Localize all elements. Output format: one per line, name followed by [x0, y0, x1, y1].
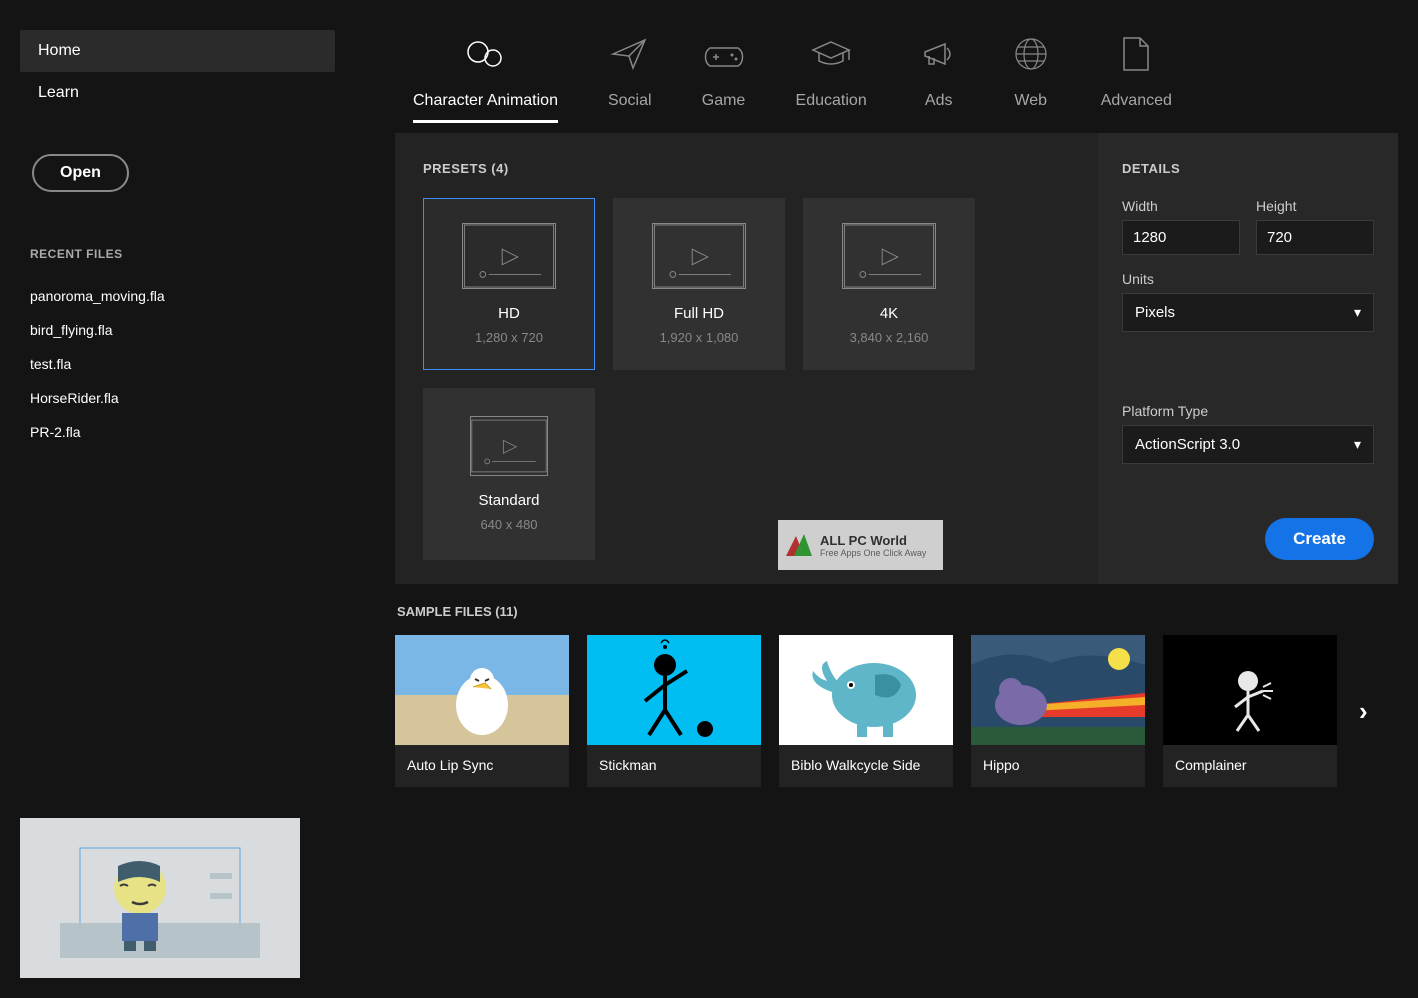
recent-files-label: RECENT FILES [30, 247, 335, 261]
preset-fullhd[interactable]: Full HD 1,920 x 1,080 [613, 198, 785, 370]
sample-files-row: Auto Lip Sync Stickman [395, 635, 1398, 787]
character-icon [463, 30, 507, 78]
units-label: Units [1122, 271, 1374, 287]
tab-education[interactable]: Education [796, 30, 867, 123]
watermark-title: ALL PC World [820, 533, 926, 548]
paper-plane-icon [609, 30, 651, 78]
tab-game[interactable]: Game [702, 30, 746, 123]
details-panel: DETAILS Width Height Units Pixels [1098, 133, 1398, 584]
graduation-cap-icon [809, 30, 853, 78]
preset-dimensions: 640 x 480 [480, 517, 537, 532]
nav-learn[interactable]: Learn [20, 72, 335, 114]
recent-preview-thumbnail[interactable] [20, 818, 300, 978]
tab-label: Ads [925, 92, 953, 110]
tab-social[interactable]: Social [608, 30, 652, 123]
document-icon [1118, 30, 1154, 78]
sample-name: Biblo Walkcycle Side [779, 745, 953, 787]
tab-label: Education [796, 92, 867, 110]
height-label: Height [1256, 198, 1374, 214]
preset-dimensions: 3,840 x 2,160 [850, 330, 929, 345]
units-select[interactable]: Pixels ▾ [1122, 293, 1374, 332]
tab-label: Web [1014, 92, 1047, 110]
chevron-down-icon: ▾ [1354, 304, 1361, 321]
app-root: Home Learn Open RECENT FILES panoroma_mo… [0, 0, 1418, 998]
sample-name: Stickman [587, 745, 761, 787]
megaphone-icon [917, 30, 961, 78]
sample-thumb [971, 635, 1145, 745]
sample-auto-lip-sync[interactable]: Auto Lip Sync [395, 635, 569, 787]
platform-select[interactable]: ActionScript 3.0 ▾ [1122, 425, 1374, 464]
preset-name: Full HD [674, 305, 724, 322]
chevron-down-icon: ▾ [1354, 436, 1361, 453]
watermark-logo-icon [784, 530, 814, 560]
sample-complainer[interactable]: Complainer [1163, 635, 1337, 787]
preset-4k[interactable]: 4K 3,840 x 2,160 [803, 198, 975, 370]
video-thumb-icon [652, 223, 746, 289]
content-row: PRESETS (4) HD 1,280 x 720 Full HD 1,920… [395, 133, 1398, 584]
sample-thumb [395, 635, 569, 745]
tab-ads[interactable]: Ads [917, 30, 961, 123]
sample-thumb [1163, 635, 1337, 745]
tab-label: Advanced [1101, 92, 1172, 110]
sample-files-title: SAMPLE FILES (11) [397, 604, 1398, 619]
recent-file[interactable]: bird_flying.fla [20, 313, 335, 347]
sample-thumb [587, 635, 761, 745]
sample-stickman[interactable]: Stickman [587, 635, 761, 787]
category-tabs: Character Animation Social Game Educatio… [395, 30, 1398, 123]
watermark-subtitle: Free Apps One Click Away [820, 548, 926, 558]
units-value: Pixels [1135, 304, 1175, 321]
tab-label: Game [702, 92, 746, 110]
tab-character-animation[interactable]: Character Animation [413, 30, 558, 123]
preset-grid: HD 1,280 x 720 Full HD 1,920 x 1,080 4K … [423, 198, 1070, 560]
preset-hd[interactable]: HD 1,280 x 720 [423, 198, 595, 370]
details-title: DETAILS [1122, 161, 1374, 176]
samples-next-button[interactable]: › [1355, 696, 1372, 727]
platform-value: ActionScript 3.0 [1135, 436, 1240, 453]
create-button[interactable]: Create [1265, 518, 1374, 560]
main-area: Character Animation Social Game Educatio… [355, 0, 1418, 998]
globe-icon [1011, 30, 1051, 78]
sample-thumb [779, 635, 953, 745]
preset-dimensions: 1,920 x 1,080 [660, 330, 739, 345]
tab-advanced[interactable]: Advanced [1101, 30, 1172, 123]
recent-files-list: panoroma_moving.fla bird_flying.fla test… [20, 279, 335, 449]
nav-home[interactable]: Home [20, 30, 335, 72]
watermark-badge: ALL PC World Free Apps One Click Away [778, 520, 943, 570]
sample-files-section: SAMPLE FILES (11) Auto Lip Sync [395, 604, 1398, 787]
recent-file[interactable]: test.fla [20, 347, 335, 381]
video-thumb-icon [842, 223, 936, 289]
sample-hippo[interactable]: Hippo [971, 635, 1145, 787]
video-thumb-icon [470, 416, 548, 476]
sidebar: Home Learn Open RECENT FILES panoroma_mo… [0, 0, 355, 998]
preset-name: HD [498, 305, 520, 322]
sample-name: Hippo [971, 745, 1145, 787]
tab-label: Social [608, 92, 652, 110]
height-input[interactable] [1256, 220, 1374, 255]
presets-panel: PRESETS (4) HD 1,280 x 720 Full HD 1,920… [395, 133, 1098, 584]
sample-name: Auto Lip Sync [395, 745, 569, 787]
preset-dimensions: 1,280 x 720 [475, 330, 543, 345]
preset-standard[interactable]: Standard 640 x 480 [423, 388, 595, 560]
open-button[interactable]: Open [32, 154, 129, 192]
recent-file[interactable]: PR-2.fla [20, 415, 335, 449]
preset-name: 4K [880, 305, 898, 322]
tab-web[interactable]: Web [1011, 30, 1051, 123]
sample-biblo-walkcycle[interactable]: Biblo Walkcycle Side [779, 635, 953, 787]
width-label: Width [1122, 198, 1240, 214]
tab-label: Character Animation [413, 92, 558, 110]
platform-label: Platform Type [1122, 403, 1374, 419]
gamepad-icon [702, 30, 746, 78]
presets-title: PRESETS (4) [423, 161, 1070, 176]
preset-name: Standard [479, 492, 540, 509]
recent-file[interactable]: HorseRider.fla [20, 381, 335, 415]
width-input[interactable] [1122, 220, 1240, 255]
video-thumb-icon [462, 223, 556, 289]
recent-file[interactable]: panoroma_moving.fla [20, 279, 335, 313]
sample-name: Complainer [1163, 745, 1337, 787]
